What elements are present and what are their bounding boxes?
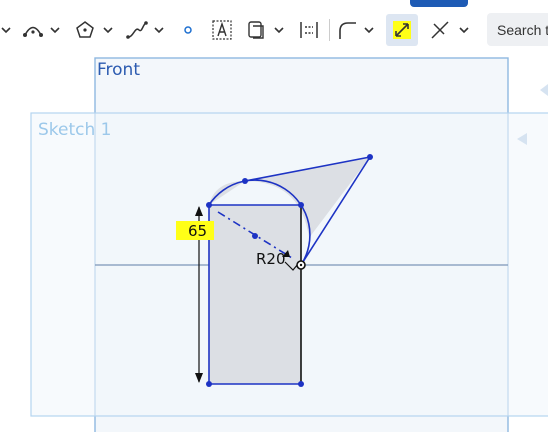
text-icon bbox=[212, 20, 232, 40]
top-action-button[interactable] bbox=[410, 0, 468, 7]
search-tools-input[interactable]: Search t bbox=[487, 13, 548, 46]
fillet-tool-button[interactable] bbox=[334, 14, 360, 46]
dimension-tool-button[interactable] bbox=[386, 14, 418, 46]
trim-icon bbox=[431, 21, 449, 39]
radius-dimension-value[interactable]: R20 bbox=[256, 250, 286, 268]
spline-icon bbox=[126, 21, 148, 39]
sketch-point[interactable] bbox=[298, 381, 304, 387]
arc-icon bbox=[23, 26, 43, 37]
align-tool-button[interactable] bbox=[297, 14, 321, 46]
polygon-icon bbox=[76, 21, 94, 38]
chevron-down-icon[interactable] bbox=[152, 14, 166, 46]
sketch-point[interactable] bbox=[367, 154, 373, 160]
point-icon bbox=[184, 26, 192, 34]
trim-tool-button[interactable] bbox=[428, 14, 452, 46]
chevron-down-icon[interactable] bbox=[48, 14, 62, 46]
graphics-viewport[interactable]: Front Sketch 1 65 R20 bbox=[0, 50, 548, 432]
spline-tool-button[interactable] bbox=[124, 14, 150, 46]
chevron-down-icon[interactable] bbox=[362, 14, 376, 46]
text-tool-button[interactable] bbox=[210, 14, 234, 46]
chevron-down-icon[interactable] bbox=[457, 14, 471, 46]
chevron-down-icon[interactable] bbox=[272, 14, 286, 46]
sketch-label: Sketch 1 bbox=[38, 120, 112, 140]
chevron-down-icon[interactable] bbox=[101, 14, 115, 46]
point-tool-button[interactable] bbox=[178, 14, 198, 46]
use-tool-button[interactable] bbox=[244, 14, 268, 46]
vertical-dimension-value[interactable]: 65 bbox=[188, 222, 207, 240]
arc-tool-button[interactable] bbox=[20, 14, 46, 46]
chevron-down-icon[interactable] bbox=[0, 14, 12, 46]
front-plane-label: Front bbox=[97, 60, 140, 80]
align-icon bbox=[300, 22, 318, 38]
sketch-point[interactable] bbox=[206, 381, 212, 387]
sketch-point[interactable] bbox=[206, 202, 212, 208]
sketch-point[interactable] bbox=[242, 178, 248, 184]
fillet-icon bbox=[339, 22, 356, 39]
sketch-point[interactable] bbox=[298, 202, 304, 208]
rectangle-region bbox=[209, 205, 301, 384]
project-icon bbox=[248, 21, 264, 39]
polygon-tool-button[interactable] bbox=[72, 14, 98, 46]
sketch-toolbar: Search t bbox=[0, 0, 548, 50]
view-cube-hint-icon bbox=[540, 84, 548, 96]
dimension-icon bbox=[393, 21, 411, 39]
toolbar-divider bbox=[329, 19, 330, 41]
